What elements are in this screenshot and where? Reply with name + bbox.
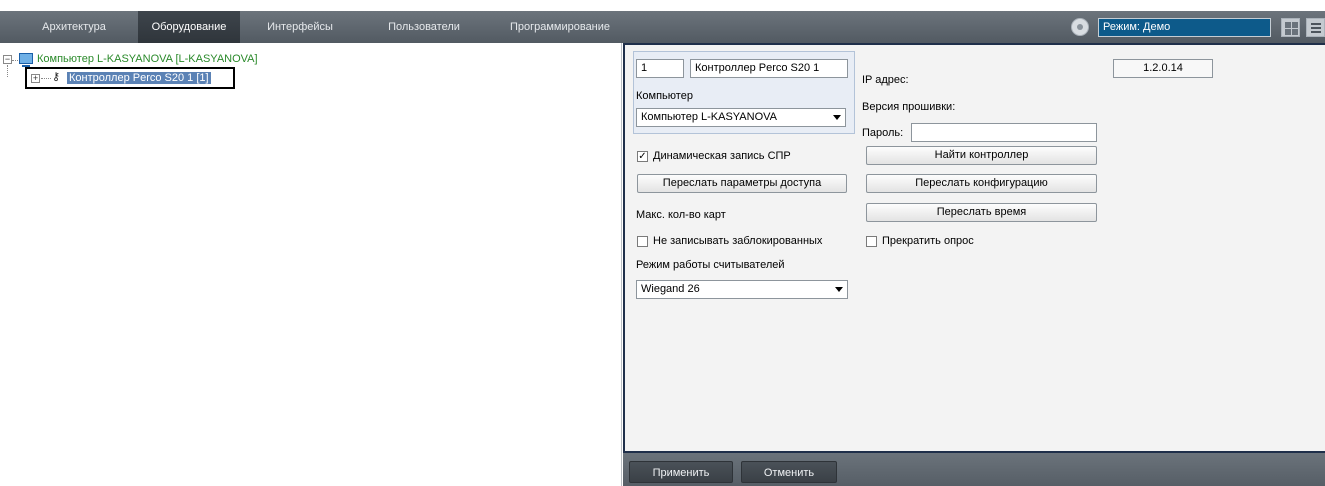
controller-settings-panel: 1 Контроллер Perco S20 1 Компьютер Компь…: [623, 43, 1325, 453]
object-name-field[interactable]: Контроллер Perco S20 1: [690, 59, 848, 78]
computer-icon: [19, 53, 33, 67]
tree-item-controller-label: Контроллер Perco S20 1 [1]: [67, 72, 211, 84]
hamburger-menu-icon[interactable]: [1306, 18, 1325, 37]
bottom-action-bar: Применить Отменить: [623, 453, 1325, 486]
mode-indicator[interactable]: Режим: Демо: [1098, 18, 1271, 37]
tab-equipment[interactable]: Оборудование: [138, 11, 240, 43]
top-menu-bar: Архитектура Оборудование Интерфейсы Поль…: [0, 11, 1325, 43]
object-id-field[interactable]: 1: [636, 59, 684, 78]
dynamic-record-checkbox[interactable]: ✓: [637, 151, 648, 162]
stop-polling-label: Прекратить опрос: [882, 235, 974, 247]
no-blocked-label: Не записывать заблокированных: [653, 235, 823, 247]
reader-mode-select[interactable]: Wiegand 26: [636, 280, 848, 299]
ip-address-value: 1.2.0.14: [1113, 59, 1213, 78]
tab-interfaces[interactable]: Интерфейсы: [250, 11, 350, 43]
cancel-button[interactable]: Отменить: [741, 461, 837, 483]
tab-programming[interactable]: Программирование: [500, 11, 620, 43]
mode-icon[interactable]: [1071, 18, 1089, 36]
tree-item-controller[interactable]: Контроллер Perco S20 1 [1]: [67, 70, 211, 86]
reader-mode-select-value: Wiegand 26: [641, 283, 700, 295]
computer-select-value: Компьютер L-KASYANOVA: [641, 111, 777, 123]
password-field[interactable]: [911, 123, 1097, 142]
send-access-params-button[interactable]: Переслать параметры доступа: [637, 174, 847, 193]
stop-polling-checkbox[interactable]: [866, 236, 877, 247]
max-cards-label: Макс. кол-во карт: [636, 209, 726, 221]
send-configuration-button[interactable]: Переслать конфигурацию: [866, 174, 1097, 193]
tab-architecture[interactable]: Архитектура: [20, 11, 128, 43]
apply-button[interactable]: Применить: [629, 461, 733, 483]
password-label: Пароль:: [862, 127, 904, 139]
chevron-down-icon: [833, 115, 841, 120]
firmware-version-label: Версия прошивки:: [862, 101, 956, 113]
dynamic-record-label: Динамическая запись СПР: [653, 150, 791, 162]
layout-grid-icon[interactable]: [1281, 18, 1300, 37]
hardware-tree[interactable]: − Компьютер L-KASYANOVA [L-KASYANOVA] + …: [0, 43, 622, 486]
find-controller-button[interactable]: Найти контроллер: [866, 146, 1097, 165]
reader-mode-label: Режим работы считывателей: [636, 259, 785, 271]
no-blocked-checkbox[interactable]: [637, 236, 648, 247]
tree-connector: [12, 60, 18, 61]
tree-connector: [7, 65, 8, 77]
chevron-down-icon: [835, 287, 843, 292]
tree-item-computer[interactable]: Компьютер L-KASYANOVA [L-KASYANOVA]: [37, 51, 258, 67]
ip-address-label: IP адрес:: [862, 74, 909, 86]
tab-users[interactable]: Пользователи: [370, 11, 478, 43]
computer-label: Компьютер: [636, 90, 693, 102]
collapse-icon[interactable]: −: [3, 55, 12, 64]
send-time-button[interactable]: Переслать время: [866, 203, 1097, 222]
computer-select[interactable]: Компьютер L-KASYANOVA: [636, 108, 846, 127]
